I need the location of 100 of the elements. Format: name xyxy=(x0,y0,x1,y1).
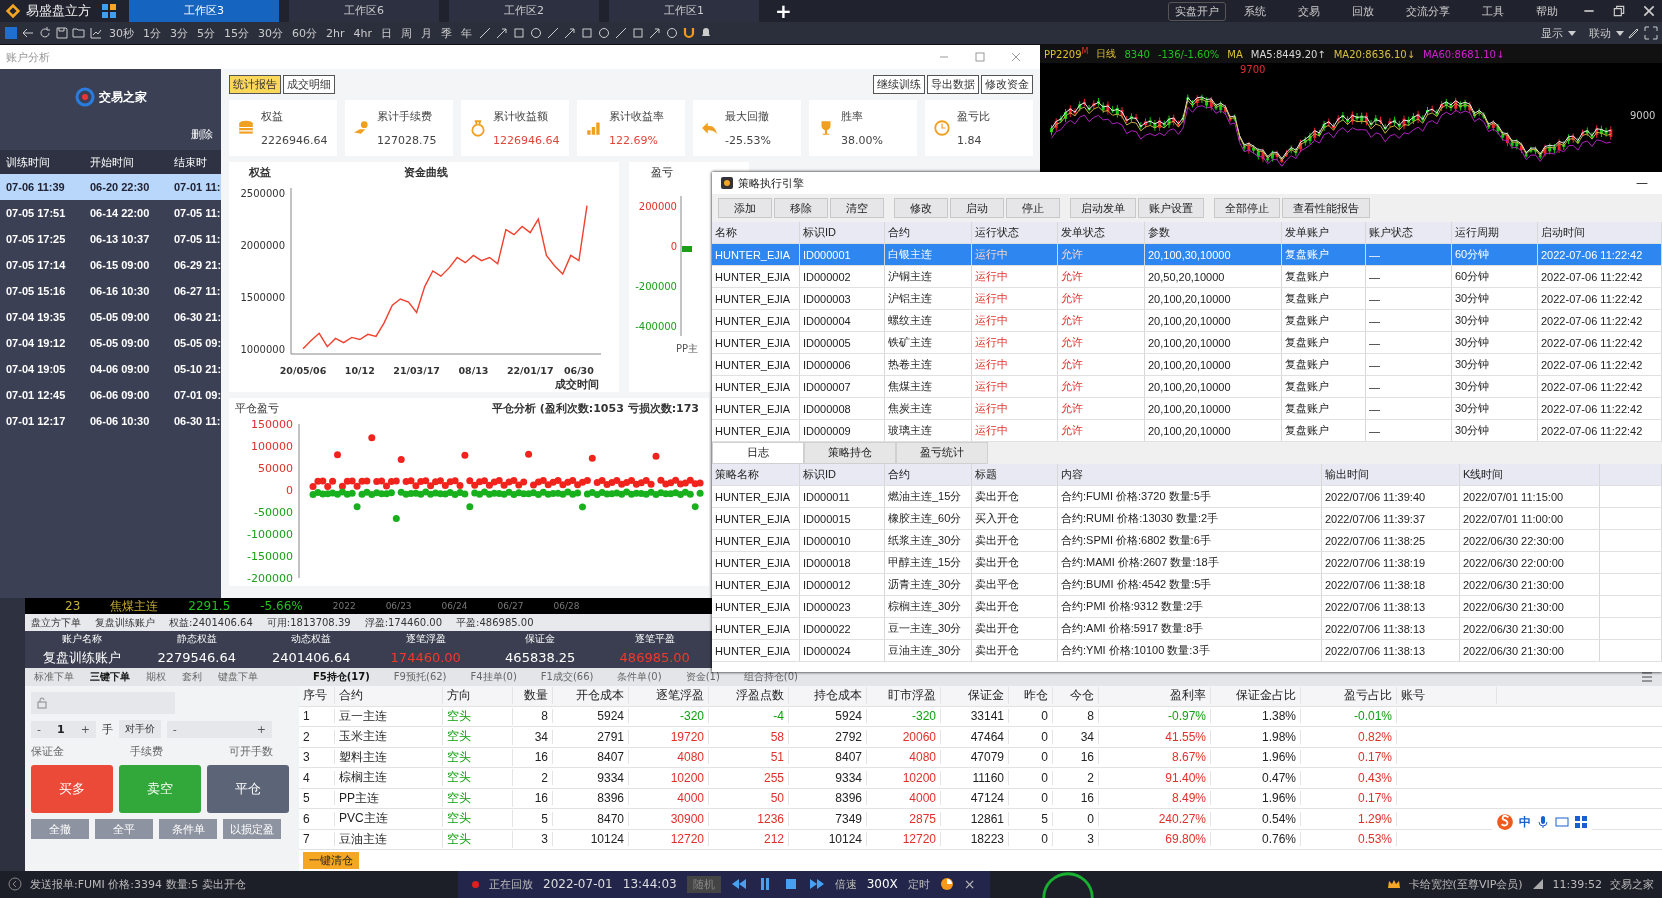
report-tab[interactable]: 成交明细 xyxy=(283,75,336,94)
order-tab[interactable]: 标准下单 xyxy=(29,670,79,684)
chart-icon[interactable] xyxy=(89,26,103,40)
period-button[interactable]: 15分 xyxy=(221,25,252,41)
menu-item[interactable]: 系统 xyxy=(1230,3,1280,19)
period-dropdown[interactable]: 日线 xyxy=(1096,47,1117,61)
order-tab[interactable]: 套利 xyxy=(177,670,207,684)
toolbar-button[interactable]: 修改 xyxy=(894,198,948,218)
positions-tab[interactable]: 条件单(0) xyxy=(607,670,672,684)
ma-dropdown[interactable]: MA xyxy=(1227,48,1243,60)
menu-item[interactable]: 回放 xyxy=(1338,3,1388,19)
toolbar-button[interactable]: 账户设置 xyxy=(1138,198,1204,218)
menu-item[interactable]: 交易 xyxy=(1284,3,1334,19)
workspace-tab[interactable]: 工作区3 xyxy=(129,0,279,22)
period-button[interactable]: 2hr xyxy=(323,26,348,40)
period-button[interactable]: 季 xyxy=(438,25,455,41)
arrow-tool-icon[interactable] xyxy=(563,26,577,40)
strategy-row[interactable]: HUNTER_EJIA ID000008 焦炭主连 运行中 允许 20,100,20,10000 复盘账户 — 30分钟 2022-07-06 11:22:42 xyxy=(712,398,1662,420)
fast-forward-icon[interactable] xyxy=(808,877,825,891)
positions-tab[interactable]: 组合持仓(0) xyxy=(733,670,808,684)
period-button[interactable]: 30秒 xyxy=(106,25,137,41)
menu-item[interactable]: 交流分享 xyxy=(1392,3,1464,19)
toolbar-button[interactable]: 添加 xyxy=(718,198,772,218)
period-button[interactable]: 30分 xyxy=(255,25,286,41)
quantity-field[interactable]: - 1 + xyxy=(31,720,96,738)
timer-icon[interactable] xyxy=(939,877,954,891)
arrow-tool-icon[interactable] xyxy=(648,26,662,40)
strategy-row[interactable]: HUNTER_EJIA ID000006 热卷主连 运行中 允许 20,100,20,10000 复盘账户 — 30分钟 2022-07-06 11:22:42 xyxy=(712,354,1662,376)
period-button[interactable]: 周 xyxy=(398,25,415,41)
period-button[interactable]: 月 xyxy=(418,25,435,41)
toolbar-button[interactable]: 移除 xyxy=(774,198,828,218)
order-button[interactable]: 平仓 xyxy=(207,765,289,813)
order-tab[interactable]: 期权 xyxy=(141,670,171,684)
grid-icon[interactable] xyxy=(1574,815,1588,829)
strategy-row[interactable]: HUNTER_EJIA ID000005 铁矿主连 运行中 允许 20,100,20,10000 复盘账户 — 30分钟 2022-07-06 11:22:42 xyxy=(712,332,1662,354)
fullscreen-icon[interactable] xyxy=(1644,26,1658,40)
minimize-button[interactable]: — xyxy=(1630,176,1654,190)
circle-tool-icon[interactable] xyxy=(665,26,679,40)
order-tab[interactable]: 键盘下单 xyxy=(213,670,263,684)
strategy-row[interactable]: HUNTER_EJIA ID000002 沪铜主连 运行中 允许 20,50,20,10000 复盘账户 — 60分钟 2022-07-06 11:22:42 xyxy=(712,266,1662,288)
grid-icon[interactable] xyxy=(101,3,117,19)
rectangle-tool-icon[interactable] xyxy=(512,26,526,40)
caret-icon[interactable] xyxy=(1568,29,1576,37)
session-row[interactable]: 07-05 17:14 06-15 09:00 06-29 21: xyxy=(0,252,222,278)
order-button[interactable]: 买多 xyxy=(31,765,113,813)
period-button[interactable]: 1分 xyxy=(140,25,164,41)
clear-all-button[interactable]: 一键清仓 xyxy=(303,852,359,869)
log-tab[interactable]: 盈亏统计 xyxy=(896,442,988,464)
period-button[interactable]: 3分 xyxy=(167,25,191,41)
period-button[interactable]: 日 xyxy=(378,25,395,41)
toolbar-button[interactable]: 停止 xyxy=(1006,198,1060,218)
link-dropdown[interactable]: 联动 xyxy=(1579,25,1613,41)
circle-tool-icon[interactable] xyxy=(597,26,611,40)
positions-tab[interactable]: F4挂单(0) xyxy=(460,670,527,684)
vip-label[interactable]: 卡给宽控(至尊VIP会员) xyxy=(1408,876,1523,892)
circle-tool-icon[interactable] xyxy=(529,26,543,40)
toolbar-button[interactable]: 全部停止 xyxy=(1214,198,1280,218)
order-tab[interactable]: 三键下单 xyxy=(85,670,135,684)
toolbar-button[interactable]: 查看性能报告 xyxy=(1282,198,1370,218)
session-row[interactable]: 07-01 12:17 06-06 10:30 06-30 11: xyxy=(0,408,222,434)
log-tab[interactable]: 日志 xyxy=(712,442,804,464)
toolbar-button[interactable]: 启动 xyxy=(950,198,1004,218)
workspace-tab[interactable]: 工作区2 xyxy=(449,0,599,22)
caret-icon[interactable] xyxy=(1616,29,1624,37)
strategy-row[interactable]: HUNTER_EJIA ID000007 焦煤主连 运行中 允许 20,100,20,10000 复盘账户 — 30分钟 2022-07-06 11:22:42 xyxy=(712,376,1662,398)
menu-item[interactable]: 帮助 xyxy=(1522,3,1572,19)
menu-item[interactable]: 工具 xyxy=(1468,3,1518,19)
period-button[interactable]: 5分 xyxy=(194,25,218,41)
delete-button[interactable]: 删除 xyxy=(191,127,214,142)
pen-icon[interactable] xyxy=(1627,26,1641,40)
report-tab[interactable]: 统计报告 xyxy=(229,75,282,94)
period-button[interactable]: 4hr xyxy=(350,26,375,40)
speed-value[interactable]: 300X xyxy=(866,877,898,891)
price-type-button[interactable]: 对手价 xyxy=(118,720,161,738)
folder-icon[interactable] xyxy=(72,26,86,40)
menu-icon[interactable] xyxy=(1640,670,1654,684)
session-row[interactable]: 07-04 19:12 05-05 09:00 05-05 09: xyxy=(0,330,222,356)
session-row[interactable]: 07-06 11:39 06-20 22:30 07-01 11: xyxy=(0,174,222,200)
close-replay-button[interactable]: × xyxy=(963,876,976,892)
save-icon[interactable] xyxy=(55,26,69,40)
action-button[interactable]: 继续训练 xyxy=(873,75,926,94)
close-icon[interactable] xyxy=(1642,4,1656,18)
microphone-icon[interactable] xyxy=(1536,815,1550,829)
refresh-icon[interactable] xyxy=(38,26,52,40)
collapse-icon[interactable] xyxy=(8,877,22,891)
line-tool-icon[interactable] xyxy=(546,26,560,40)
action-button[interactable]: 修改资金 xyxy=(981,75,1034,94)
strategy-row[interactable]: HUNTER_EJIA ID000004 螺纹主连 运行中 允许 20,100,20,10000 复盘账户 — 30分钟 2022-07-06 11:22:42 xyxy=(712,310,1662,332)
toolbar-button[interactable]: 启动发单 xyxy=(1070,198,1136,218)
session-row[interactable]: 07-05 17:51 06-14 22:00 07-05 11: xyxy=(0,200,222,226)
price-field[interactable]: - + xyxy=(166,720,273,738)
positions-tab[interactable]: 资金(1) xyxy=(675,670,730,684)
add-workspace-button[interactable]: + xyxy=(769,1,798,21)
session-row[interactable]: 07-04 19:35 05-05 09:00 06-30 21: xyxy=(0,304,222,330)
action-button[interactable]: 导出数据 xyxy=(927,75,980,94)
period-button[interactable]: 60分 xyxy=(289,25,320,41)
contract-field[interactable] xyxy=(31,692,175,714)
toolbar-button[interactable]: 清空 xyxy=(830,198,884,218)
strategy-row[interactable]: HUNTER_EJIA ID000001 白银主连 运行中 允许 20,100,30,10000 复盘账户 — 60分钟 2022-07-06 11:22:42 xyxy=(712,244,1662,266)
positions-tab[interactable]: F5持仓(17) xyxy=(303,670,380,684)
